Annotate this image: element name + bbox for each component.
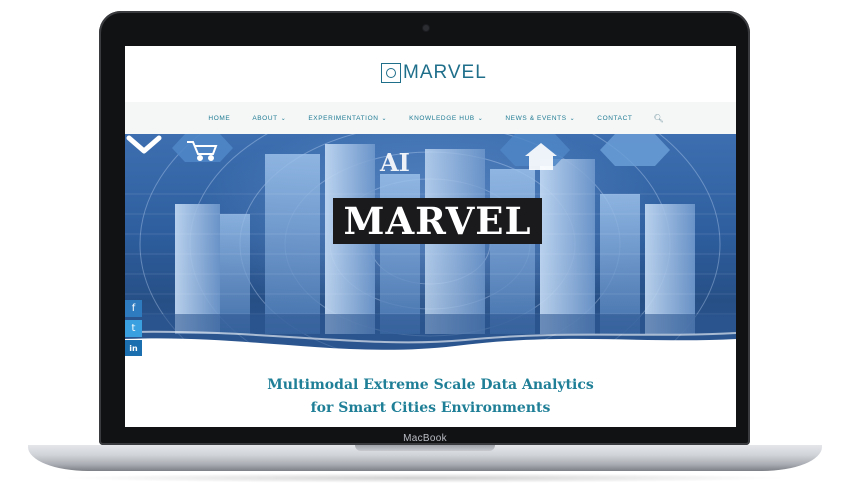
search-icon[interactable]: 🔍︎ (653, 114, 663, 123)
site-tagline: Multimodal Extreme Scale Data Analytics … (125, 374, 736, 420)
device-brand-label: MacBook (403, 433, 447, 444)
nav-item-experimentation[interactable]: EXPERIMENTATION ⌄ (308, 115, 387, 122)
chevron-down-icon[interactable] (125, 134, 163, 156)
laptop-shadow (60, 473, 790, 483)
chevron-down-icon: ⌄ (381, 115, 388, 122)
hero-banner: AI MARVEL f t in (125, 134, 736, 356)
nav-item-news-events[interactable]: NEWS & EVENTS ⌄ (505, 115, 575, 122)
linkedin-icon[interactable]: in (125, 340, 142, 356)
site-logo[interactable]: MARVEL (381, 62, 487, 84)
ai-overlay-label: AI (380, 148, 410, 177)
laptop-screen: MARVEL HOME ABOUT ⌄ EXPERIMENTATION ⌄ KNOW… (125, 46, 736, 427)
logo-icon (381, 63, 401, 83)
tagline-line-1: Multimodal Extreme Scale Data Analytics (267, 377, 594, 393)
tagline-line-2: for Smart Cities Environments (310, 400, 551, 416)
twitter-icon[interactable]: t (125, 320, 142, 337)
nav-item-contact[interactable]: CONTACT (597, 115, 632, 122)
chevron-down-icon: ⌄ (477, 115, 484, 122)
hero-cityscape (125, 134, 736, 356)
nav-item-knowledge-hub[interactable]: KNOWLEDGE HUB ⌄ (409, 115, 483, 122)
main-nav: HOME ABOUT ⌄ EXPERIMENTATION ⌄ KNOWLEDGE H… (125, 102, 736, 134)
hero-title: MARVEL (333, 198, 542, 244)
chevron-down-icon: ⌄ (569, 115, 576, 122)
site-header: MARVEL (125, 46, 736, 102)
camera-icon (423, 25, 429, 31)
facebook-icon[interactable]: f (125, 300, 142, 317)
logo-text: MARVEL (403, 62, 487, 83)
social-share-bar: f t in (125, 300, 142, 356)
nav-item-about[interactable]: ABOUT ⌄ (252, 115, 286, 122)
chevron-down-icon: ⌄ (280, 115, 287, 122)
laptop-notch (355, 445, 495, 451)
nav-item-home[interactable]: HOME (208, 115, 230, 122)
